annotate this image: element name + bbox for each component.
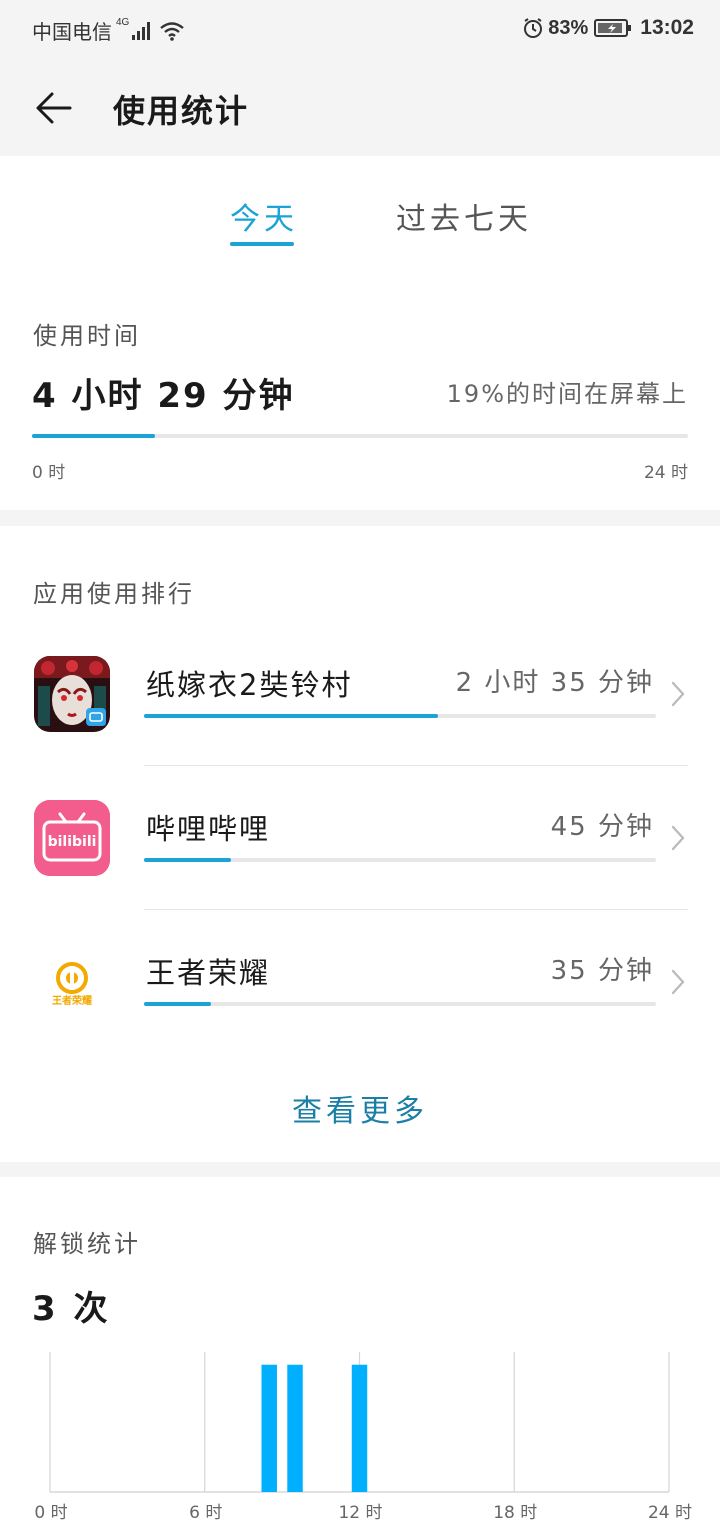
battery-icon (594, 19, 632, 37)
chevron-right-icon (671, 969, 685, 995)
tab-bar: 今天 过去七天 (0, 156, 720, 256)
unlock-label: 解锁统计 (33, 1230, 141, 1258)
unlock-count: 3 次 (32, 1289, 111, 1329)
app-usage-fill (144, 714, 439, 718)
x-tick-label: 6 时 (189, 1503, 222, 1520)
ranking-label: 应用使用排行 (33, 580, 195, 608)
clock: 13:02 (640, 16, 694, 39)
app-usage-time: 45 分钟 (550, 812, 654, 842)
app-row-paper-bride[interactable]: 纸嫁衣2奘铃村 2 小时 35 分钟 (0, 640, 720, 780)
x-tick-label: 12 时 (338, 1503, 382, 1520)
app-usage-fill (144, 858, 232, 862)
active-tab-indicator (230, 242, 294, 246)
game-opera-mask-icon (34, 656, 110, 732)
app-row-bilibili[interactable]: bilibili 哔哩哔哩 45 分钟 (0, 784, 720, 924)
app-name: 纸嫁衣2奘铃村 (146, 668, 353, 702)
app-usage-time: 2 小时 35 分钟 (455, 668, 654, 698)
unlock-bar-chart: 0 时 6 时 12 时 18 时 24 时 (34, 1352, 692, 1520)
app-usage-track (144, 1002, 656, 1006)
carrier-label: 中国电信 (32, 22, 112, 44)
x-tick-label: 18 时 (493, 1503, 537, 1520)
app-usage-track (144, 858, 656, 862)
see-more-link[interactable]: 查看更多 (0, 1086, 720, 1130)
usage-total: 4 小时 29 分钟 (32, 376, 295, 416)
usage-axis-min: 0 时 (32, 463, 66, 483)
x-tick-label: 0 时 (34, 1503, 67, 1520)
usage-card: 今天 过去七天 使用时间 4 小时 29 分钟 19%的时间在屏幕上 0 时 2… (0, 156, 720, 510)
battery-percent: 83% (548, 16, 589, 39)
app-usage-time: 35 分钟 (550, 956, 654, 986)
unlock-bar (261, 1364, 277, 1492)
app-name: 哔哩哔哩 (146, 812, 271, 846)
back-arrow-icon (36, 92, 72, 124)
wifi-icon (160, 21, 185, 41)
app-row-honor-of-kings[interactable]: 王者荣耀 王者荣耀 35 分钟 (0, 928, 720, 1068)
unlock-card: 解锁统计 3 次 0 时 6 时 12 时 18 时 24 时 (0, 1177, 720, 1520)
chevron-right-icon (671, 681, 685, 707)
row-divider (144, 909, 688, 910)
app-usage-fill (144, 1002, 211, 1006)
honor-of-kings-icon: 王者荣耀 (34, 944, 110, 1020)
unlock-bar (287, 1364, 303, 1492)
status-bar: 中国电信 4G 83% 13:02 (0, 0, 720, 60)
row-divider (144, 765, 688, 766)
tab-past-seven-days[interactable]: 过去七天 (396, 194, 532, 238)
bilibili-logo-text: bilibili (48, 834, 97, 850)
app-usage-track (144, 714, 656, 718)
page-title: 使用统计 (113, 92, 250, 130)
usage-percent-text: 19%的时间在屏幕上 (446, 380, 688, 408)
tab-today[interactable]: 今天 (230, 194, 298, 238)
honor-of-kings-logo-text: 王者荣耀 (52, 994, 92, 1007)
app-name: 王者荣耀 (146, 956, 271, 990)
chevron-right-icon (671, 825, 685, 851)
x-tick-label: 24 时 (648, 1503, 692, 1520)
bilibili-icon: bilibili (34, 800, 110, 876)
app-ranking-card: 应用使用排行 纸嫁衣2奘铃村 2 小时 35 分钟 bilibili 哔哩哔哩 … (0, 526, 720, 1162)
signal-icon (132, 21, 151, 40)
usage-progress-track (32, 434, 688, 438)
back-button[interactable] (26, 80, 82, 136)
alarm-icon (524, 18, 543, 38)
app-bar: 使用统计 (0, 60, 720, 155)
usage-time-label: 使用时间 (33, 322, 141, 350)
usage-progress-fill (32, 434, 155, 438)
network-badge: 4G (116, 17, 130, 28)
usage-axis-max: 24 时 (643, 463, 688, 483)
unlock-bar (351, 1364, 368, 1492)
